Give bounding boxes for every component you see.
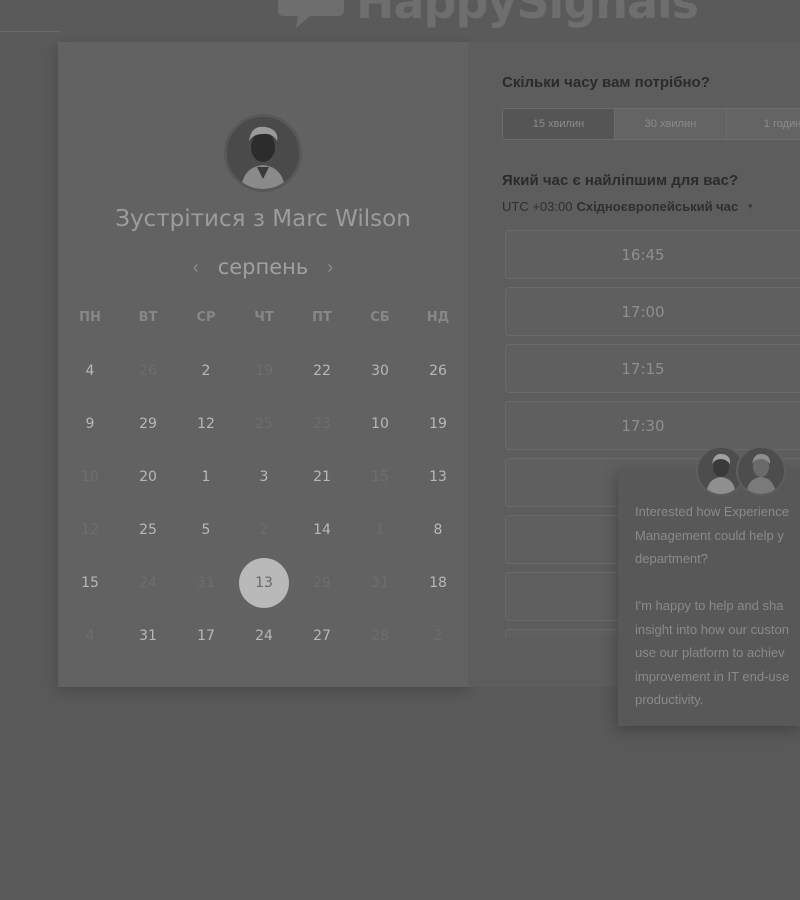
time-slot-button[interactable]: 17:30 <box>505 401 800 450</box>
host-avatar <box>224 114 302 192</box>
calendar-day[interactable]: 21 <box>297 452 347 502</box>
chevron-left-icon[interactable]: ‹ <box>188 257 204 278</box>
speech-bubble-logo-icon <box>278 0 344 28</box>
chat-message-paragraph-2: I'm happy to help and sha insight into ho… <box>635 594 800 712</box>
calendar-day: 29 <box>313 575 331 591</box>
weekday-label: НД <box>426 310 450 325</box>
header-divider <box>0 31 60 32</box>
calendar-day[interactable]: 10 <box>355 399 405 449</box>
chat-message-paragraph-1: Interested how Experience Management coul… <box>635 500 800 571</box>
calendar-day: 26 <box>139 363 157 379</box>
calendar-day[interactable]: 13 <box>413 452 463 502</box>
calendar-day[interactable]: 1 <box>181 452 231 502</box>
chat-message-line: use our platform to achiev <box>635 645 785 660</box>
calendar-day[interactable]: 29 <box>123 399 173 449</box>
calendar-day[interactable]: 2 <box>181 346 231 396</box>
calendar-day[interactable]: 3 <box>239 452 289 502</box>
calendar-day[interactable]: 25 <box>123 505 173 555</box>
time-slot-button[interactable]: 16:45 <box>505 230 800 279</box>
calendar-day: 31 <box>371 575 389 591</box>
calendar-day: 1 <box>375 522 385 538</box>
calendar-day: 10 <box>81 469 99 485</box>
calendar-day[interactable]: 9 <box>65 399 115 449</box>
calendar-day[interactable]: 18 <box>413 558 463 608</box>
chat-avatars[interactable] <box>696 446 788 496</box>
month-label: серпень <box>217 255 309 279</box>
calendar-day-selected[interactable]: 13 <box>239 558 289 608</box>
calendar-day[interactable]: 31 <box>123 611 173 661</box>
logo-text: HappySignals <box>356 0 699 29</box>
chat-agent-avatar-2 <box>736 446 786 496</box>
calendar-day: 4 <box>85 628 95 644</box>
person-photo-icon <box>746 453 776 494</box>
calendar-day[interactable]: 8 <box>413 505 463 555</box>
calendar-day[interactable]: 30 <box>355 346 405 396</box>
time-slot-button[interactable]: 17:15 <box>505 344 800 393</box>
time-slot-button[interactable]: 17:00 <box>505 287 800 336</box>
time-question: Який час є найліпшим для вас? <box>502 172 739 189</box>
weekday-label: ЧТ <box>254 310 274 325</box>
weekday-label: ПН <box>79 310 101 325</box>
weekday-header: ПН ВТ СР ЧТ ПТ СБ НД <box>58 310 468 330</box>
chat-message-line: Management could help y <box>635 527 784 543</box>
weekday-label: ПТ <box>312 310 332 325</box>
caret-down-icon: ▼ <box>746 202 755 211</box>
duration-selector: 15 хвилин 30 хвилин 1 годин <box>502 108 800 140</box>
chat-popup[interactable]: Interested how Experience Management coul… <box>618 470 800 726</box>
header-bar: HappySignals <box>0 0 800 42</box>
calendar-day[interactable]: 12 <box>181 399 231 449</box>
timezone-selector[interactable]: UTC +03:00 Східноєвропейський час ▼ <box>502 199 754 214</box>
calendar-day: 15 <box>371 469 389 485</box>
calendar-day: 25 <box>255 416 273 432</box>
calendar-day[interactable]: 26 <box>413 346 463 396</box>
weekday-label: ВТ <box>138 310 158 325</box>
calendar-day: 2 <box>259 522 269 538</box>
person-photo-icon <box>227 117 299 189</box>
timezone-name: Східноєвропейський час <box>576 199 739 214</box>
timezone-offset: UTC +03:00 <box>502 199 573 214</box>
calendar-day: 31 <box>197 575 215 591</box>
calendar-day[interactable]: 15 <box>65 558 115 608</box>
calendar-day[interactable]: 27 <box>297 611 347 661</box>
duration-option-30[interactable]: 30 хвилин <box>615 109 727 139</box>
chat-message-line: Interested how Experience <box>635 504 789 519</box>
calendar-day[interactable]: 14 <box>297 505 347 555</box>
calendar-day: 23 <box>313 416 331 432</box>
calendar-day: 28 <box>371 628 389 644</box>
month-navigation: ‹ серпень › <box>58 252 468 282</box>
calendar-day: 24 <box>139 575 157 591</box>
chat-message-line: improvement in IT end-use <box>635 668 790 684</box>
chat-message-line: department? <box>635 551 708 566</box>
weekday-label: СР <box>196 310 216 325</box>
duration-option-60[interactable]: 1 годин <box>727 109 800 139</box>
calendar-day[interactable]: 24 <box>239 611 289 661</box>
calendar-day[interactable]: 5 <box>181 505 231 555</box>
calendar-day: 12 <box>81 522 99 538</box>
meeting-title: Зустрітися з Marc Wilson <box>115 206 411 232</box>
chevron-right-icon[interactable]: › <box>322 257 338 278</box>
chat-message-line: insight into how our custon <box>635 621 789 637</box>
duration-question: Скільки часу вам потрібно? <box>502 74 710 91</box>
calendar-panel: Зустрітися з Marc Wilson ‹ серпень › ПН В… <box>58 42 468 687</box>
calendar-day: 2 <box>433 628 443 644</box>
calendar-day[interactable]: 22 <box>297 346 347 396</box>
logo[interactable]: HappySignals <box>276 0 699 30</box>
chat-message-line: I'm happy to help and sha <box>635 598 784 613</box>
calendar-day[interactable]: 17 <box>181 611 231 661</box>
calendar-grid: 4 26 2 19 22 30 26 9 29 12 25 23 10 19 10 20 1 3 21 15 13 12 2… <box>58 342 468 672</box>
calendar-day: 19 <box>255 363 273 379</box>
calendar-day[interactable]: 19 <box>413 399 463 449</box>
calendar-day[interactable]: 4 <box>65 346 115 396</box>
calendar-day[interactable]: 20 <box>123 452 173 502</box>
duration-option-15[interactable]: 15 хвилин <box>503 109 615 139</box>
weekday-label: СБ <box>370 310 390 325</box>
chat-message-line: productivity. <box>635 692 704 707</box>
